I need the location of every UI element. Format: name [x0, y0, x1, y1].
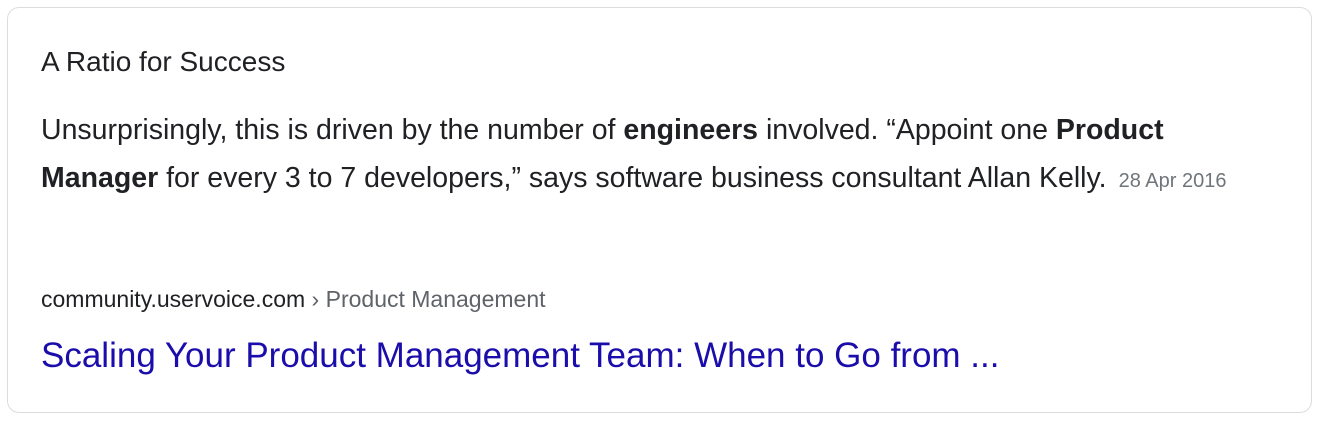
- source-path[interactable]: Product Management: [326, 286, 546, 312]
- snippet-date: 28 Apr 2016: [1118, 170, 1227, 192]
- snippet-heading: A Ratio for Success: [41, 46, 286, 77]
- breadcrumb-separator: ›: [305, 286, 326, 312]
- snippet-text-part: for every 3 to 7 developers,” says softw…: [158, 162, 1107, 194]
- snippet-text: Unsurprisingly, this is driven by the nu…: [41, 106, 1271, 205]
- featured-snippet-card: A Ratio for Success Unsurprisingly, this…: [7, 7, 1312, 413]
- snippet-text-part: involved. “Appoint one: [758, 114, 1056, 146]
- snippet-highlight-engineers: engineers: [623, 114, 759, 146]
- snippet-text-part: Unsurprisingly, this is driven by the nu…: [41, 114, 624, 146]
- source-domain[interactable]: community.uservoice.com: [41, 286, 305, 312]
- source-breadcrumb[interactable]: community.uservoice.com › Product Manage…: [41, 284, 546, 314]
- result-title-link[interactable]: Scaling Your Product Management Team: Wh…: [41, 334, 999, 378]
